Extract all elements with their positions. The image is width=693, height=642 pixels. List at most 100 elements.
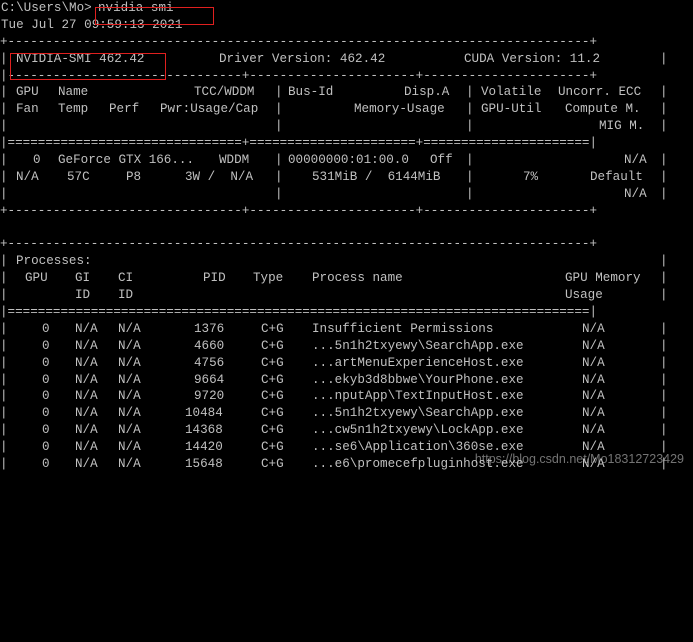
border-bar: |	[275, 186, 283, 201]
col-header-gpu: GPU	[16, 85, 39, 100]
border-bar: |	[660, 271, 668, 286]
process-row: | 0 N/A N/A 10484 C+G ...5n1h2txyewy\Sea…	[0, 405, 693, 422]
proc-type: C+G	[261, 423, 284, 438]
proc-ci: N/A	[118, 423, 141, 438]
smi-version: NVIDIA-SMI 462.42	[16, 51, 145, 66]
border-line: +-------------------------------+-------…	[0, 203, 598, 218]
col-header-util: GPU-Util	[481, 102, 542, 117]
border-bar: |	[660, 119, 668, 134]
border-bar: |	[660, 423, 668, 438]
border-bar: |	[0, 338, 8, 353]
proc-name: ...cw5n1h2txyewy\LockApp.exe	[312, 423, 524, 438]
proc-type: C+G	[261, 372, 284, 387]
gpu-header-row-1: | GPU Name TCC/WDDM | Bus-Id Disp.A | Vo…	[0, 84, 693, 101]
border-bar: |	[660, 102, 668, 117]
proc-pid: 9720	[194, 389, 225, 404]
border-line: |===============================+=======…	[0, 136, 598, 151]
proc-col-pid: PID	[203, 271, 226, 286]
border-bar: |	[0, 153, 8, 168]
col-header-fan: Fan	[16, 102, 39, 117]
gpu-row-3: | | | N/A |	[0, 186, 693, 203]
terminal-window[interactable]: C:\Users\Mo> nvidia-smi Tue Jul 27 09:59…	[0, 0, 693, 482]
border-line: |-------------------------------+-------…	[0, 68, 598, 83]
proc-type: C+G	[261, 440, 284, 455]
col-header-power: Pwr:Usage/Cap	[160, 102, 259, 117]
border-bar: |	[0, 51, 8, 66]
gpu-row-2: | N/A 57C P8 3W / N/A | 531MiB / 6144MiB…	[0, 169, 693, 186]
proc-gpu: 0	[42, 372, 50, 387]
proc-gi: N/A	[75, 355, 98, 370]
border-bar: |	[660, 169, 668, 184]
proc-gi: N/A	[75, 406, 98, 421]
timestamp: Tue Jul 27 09:59:13 2021	[1, 17, 183, 32]
border-bar: |	[0, 440, 8, 455]
process-equals-separator: |=======================================…	[0, 304, 693, 321]
gpu-mode: WDDM	[219, 153, 250, 168]
proc-name: ...nputApp\TextInputHost.exe	[312, 389, 524, 404]
border-bar: |	[0, 85, 8, 100]
proc-pid: 4660	[194, 338, 225, 353]
driver-version: Driver Version: 462.42	[219, 51, 386, 66]
border-bar: |	[0, 355, 8, 370]
proc-col-ci-id: ID	[118, 288, 134, 303]
border-bar: |	[0, 321, 8, 336]
border-bar: |	[660, 355, 668, 370]
border-line: +---------------------------------------…	[0, 34, 598, 49]
proc-gpu: 0	[42, 389, 50, 404]
prompt-path: C:\Users\Mo>	[1, 1, 92, 15]
proc-memory: N/A	[582, 372, 605, 387]
timestamp-line: Tue Jul 27 09:59:13 2021	[0, 17, 693, 34]
gpu-fan: N/A	[16, 169, 39, 184]
command-prompt-line: C:\Users\Mo> nvidia-smi	[0, 0, 693, 17]
proc-col-gpu: GPU	[25, 271, 48, 286]
proc-col-gi-id: ID	[75, 288, 91, 303]
proc-name: ...ekyb3d8bbwe\YourPhone.exe	[312, 372, 524, 387]
gpu-util: 7%	[523, 169, 539, 184]
col-header-mode: TCC/WDDM	[194, 85, 255, 100]
summary-line: | NVIDIA-SMI 462.42 Driver Version: 462.…	[0, 51, 693, 68]
border-bar: |	[660, 186, 668, 201]
proc-name: ...5n1h2txyewy\SearchApp.exe	[312, 338, 524, 353]
header-equals-separator: |===============================+=======…	[0, 135, 693, 152]
proc-gpu: 0	[42, 338, 50, 353]
border-bar: |	[0, 389, 8, 404]
gpu-header-row-2: | Fan Temp Perf Pwr:Usage/Cap | Memory-U…	[0, 101, 693, 118]
proc-ci: N/A	[118, 440, 141, 455]
proc-col-name: Process name	[312, 271, 403, 286]
process-header-row-1: | GPU GI CI PID Type Process name GPU Me…	[0, 270, 693, 287]
table-top-border: +---------------------------------------…	[0, 34, 693, 51]
gpu-table-bottom-border: +-------------------------------+-------…	[0, 203, 693, 220]
proc-pid: 14420	[185, 440, 223, 455]
process-row: | 0 N/A N/A 9664 C+G ...ekyb3d8bbwe\Your…	[0, 372, 693, 389]
border-bar: |	[0, 169, 8, 184]
col-header-perf: Perf	[109, 102, 140, 117]
border-bar: |	[660, 321, 668, 336]
col-header-mig: MIG M.	[599, 119, 645, 134]
proc-type: C+G	[261, 321, 284, 336]
border-bar: |	[660, 51, 668, 66]
gpu-temp: 57C	[67, 169, 90, 184]
proc-ci: N/A	[118, 338, 141, 353]
proc-gpu: 0	[42, 321, 50, 336]
proc-memory: N/A	[582, 321, 605, 336]
border-bar: |	[660, 372, 668, 387]
border-line: +---------------------------------------…	[0, 237, 598, 252]
proc-pid: 14368	[185, 423, 223, 438]
border-bar: |	[275, 85, 283, 100]
gpu-perf: P8	[126, 169, 142, 184]
border-bar: |	[466, 169, 474, 184]
proc-memory: N/A	[582, 423, 605, 438]
process-table-top-border: +---------------------------------------…	[0, 236, 693, 253]
proc-col-ci: CI	[118, 271, 134, 286]
process-row: | 0 N/A N/A 4756 C+G ...artMenuExperienc…	[0, 355, 693, 372]
proc-pid: 1376	[194, 321, 225, 336]
proc-gi: N/A	[75, 457, 98, 472]
proc-ci: N/A	[118, 389, 141, 404]
proc-ci: N/A	[118, 406, 141, 421]
border-bar: |	[660, 153, 668, 168]
proc-type: C+G	[261, 457, 284, 472]
border-bar: |	[0, 102, 8, 117]
gpu-compute-mode: Default	[590, 169, 643, 184]
proc-ci: N/A	[118, 321, 141, 336]
border-bar: |	[0, 406, 8, 421]
